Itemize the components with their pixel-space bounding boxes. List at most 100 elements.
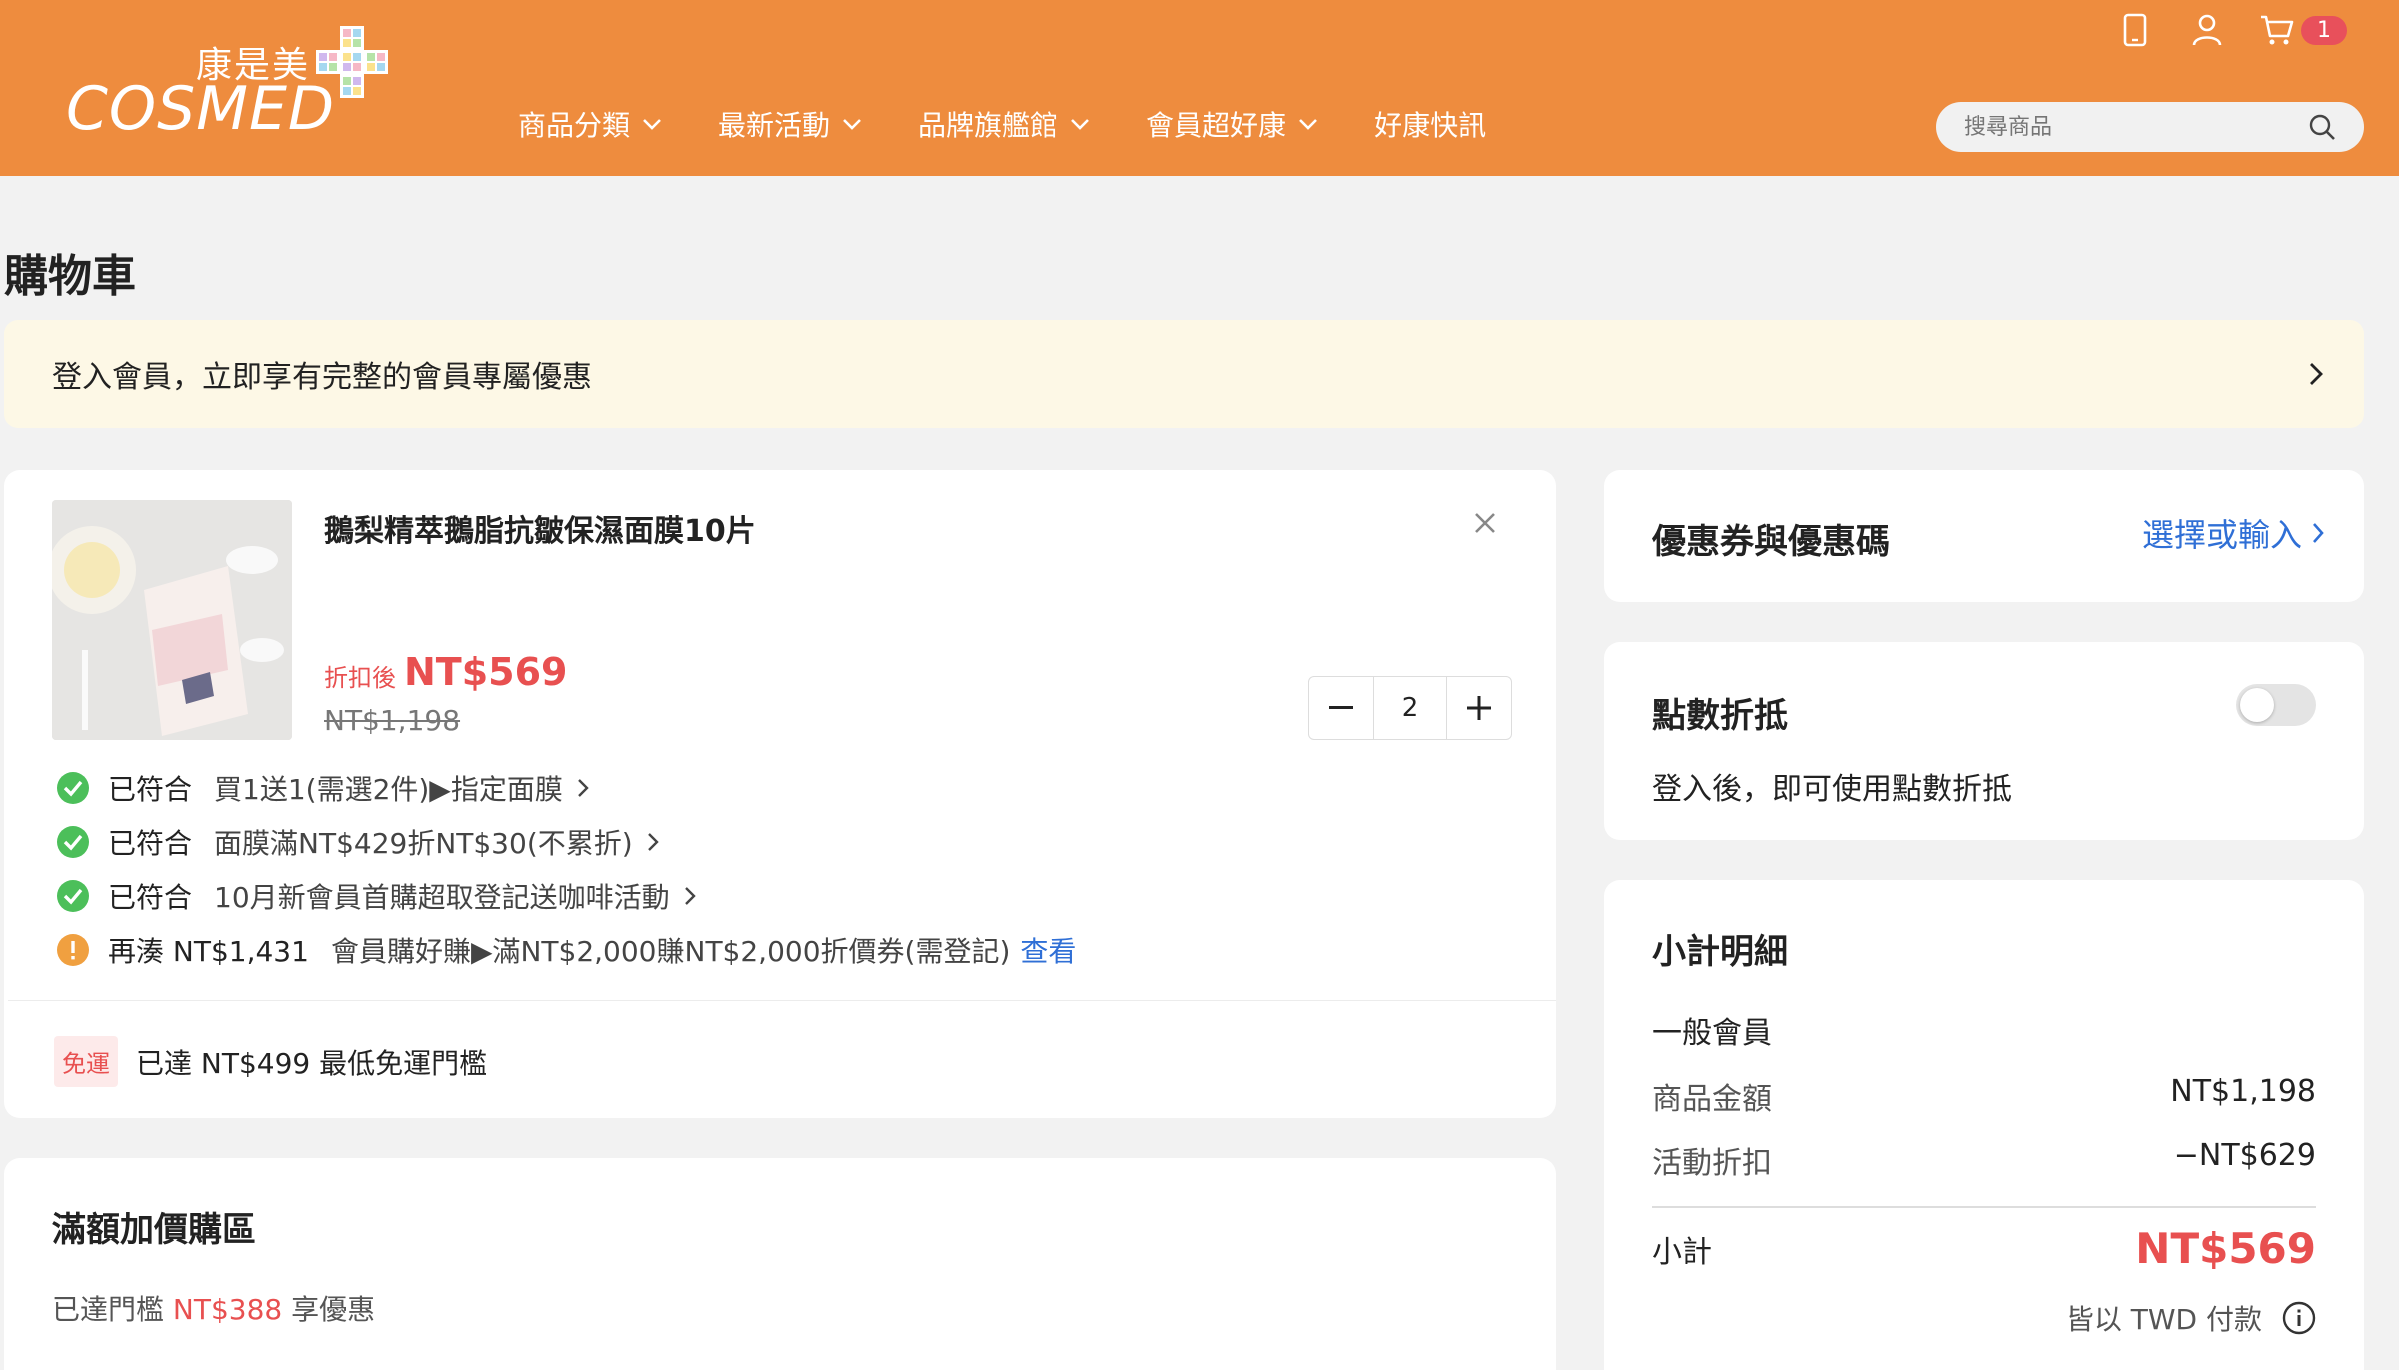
increase-quantity-button[interactable]	[1447, 677, 1511, 739]
site-header: 康是美 COSMED 商品分類 最新活動 品牌旗艦館 會員超好康 好康快訊 1 …	[0, 0, 2399, 176]
divider	[1652, 1206, 2316, 1208]
select-coupon-link[interactable]: 選擇或輸入	[2142, 510, 2324, 556]
chevron-right-icon	[647, 833, 659, 851]
points-title: 點數折抵	[1652, 696, 1788, 736]
login-banner-text: 登入會員，立即享有完整的會員專屬優惠	[52, 360, 592, 395]
summary-title: 小計明細	[1652, 932, 1788, 972]
nav-item-member-deals[interactable]: 會員超好康	[1146, 104, 1318, 144]
nav-item-categories[interactable]: 商品分類	[518, 104, 662, 144]
header-actions: 1	[2115, 10, 2347, 50]
cart-item-card: 鵝梨精萃鵝脂抗皺保濕面膜10片 折扣後 NT$569 NT$1,198 2 已符…	[4, 470, 1556, 1118]
addon-threshold: 已達門檻 NT$388 享優惠	[52, 1288, 375, 1328]
cart-count-badge: 1	[2301, 15, 2347, 45]
check-circle-icon	[57, 772, 89, 804]
addon-sub-suffix: 享優惠	[291, 1293, 376, 1326]
page-title: 購物車	[4, 251, 136, 302]
member-tier: 一般會員	[1652, 1016, 1772, 1051]
quantity-value[interactable]: 2	[1373, 677, 1447, 739]
summary-row-value: NT$1,198	[2170, 1074, 2316, 1109]
subtotal-label: 小計	[1652, 1234, 1712, 1270]
nav-item-label: 最新活動	[718, 109, 831, 142]
addon-title: 滿額加價購區	[52, 1210, 256, 1250]
promo-status: 已符合	[108, 827, 193, 860]
coupon-card: 優惠券與優惠碼 選擇或輸入	[1604, 470, 2364, 602]
promo-item[interactable]: 已符合 面膜滿NT$429折NT$30(不累折)	[56, 822, 659, 862]
promo-status: 再湊 NT$1,431	[108, 935, 309, 968]
view-promo-link[interactable]: 查看	[1020, 930, 1076, 970]
cart-button[interactable]: 1	[2259, 14, 2347, 46]
points-card: 點數折抵 登入後，即可使用點數折抵	[1604, 642, 2364, 840]
chevron-right-icon	[2313, 523, 2324, 543]
chevron-down-icon	[843, 119, 861, 130]
promo-desc: 買1送1(需選2件)▶指定面膜	[214, 773, 563, 806]
login-banner[interactable]: 登入會員，立即享有完整的會員專屬優惠	[4, 320, 2364, 428]
chevron-right-icon	[577, 779, 589, 797]
summary-row-value: −NT$629	[2173, 1138, 2316, 1173]
chevron-down-icon	[643, 119, 661, 130]
chevron-down-icon	[1071, 119, 1089, 130]
nav-item-label: 會員超好康	[1146, 109, 1287, 142]
promo-item[interactable]: 已符合 買1送1(需選2件)▶指定面膜	[56, 768, 589, 808]
quantity-stepper: 2	[1308, 676, 1512, 740]
order-summary-card: 小計明細 一般會員 商品金額 NT$1,198 活動折扣 −NT$629 小計 …	[1604, 880, 2364, 1370]
summary-row-label: 商品金額	[1652, 1082, 1772, 1117]
promo-status: 已符合	[108, 773, 193, 806]
promo-status: 已符合	[108, 881, 193, 914]
close-icon	[1475, 513, 1495, 533]
points-desc: 登入後，即可使用點數折抵	[1652, 772, 2012, 807]
divider	[8, 1000, 1556, 1001]
decrease-quantity-button[interactable]	[1309, 677, 1373, 739]
product-name[interactable]: 鵝梨精萃鵝脂抗皺保濕面膜10片	[324, 506, 756, 550]
check-circle-icon	[57, 880, 89, 912]
plus-icon	[1467, 696, 1491, 720]
search-icon[interactable]	[2308, 113, 2336, 141]
free-shipping-badge: 免運	[54, 1036, 118, 1087]
check-circle-icon	[57, 826, 89, 858]
summary-row: 商品金額 NT$1,198	[1652, 1074, 2316, 1118]
promo-desc: 會員購好賺▶滿NT$2,000賺NT$2,000折價券(需登記)	[330, 935, 1011, 968]
nav-item-brands[interactable]: 品牌旗艦館	[918, 104, 1090, 144]
addon-sub-prefix: 已達門檻	[52, 1293, 165, 1326]
currency-note-text: 皆以 TWD 付款	[2065, 1303, 2262, 1336]
nav-item-label: 商品分類	[518, 109, 631, 142]
subtotal-value: NT$569	[2135, 1224, 2316, 1273]
cosmed-logo[interactable]: 康是美 COSMED	[66, 24, 388, 144]
summary-row-label: 活動折扣	[1652, 1146, 1772, 1181]
product-photo-icon	[52, 500, 292, 740]
main-nav: 商品分類 最新活動 品牌旗艦館 會員超好康 好康快訊	[518, 104, 1542, 144]
shipping-text: 已達 NT$499 最低免運門檻	[136, 1046, 488, 1080]
info-icon[interactable]	[2282, 1301, 2316, 1335]
warning-circle-icon	[57, 934, 89, 966]
summary-row: 活動折扣 −NT$629	[1652, 1138, 2316, 1182]
mobile-icon[interactable]	[2115, 10, 2155, 50]
discount-price: NT$569	[404, 650, 568, 694]
shipping-info: 免運 已達 NT$499 最低免運門檻	[54, 1036, 487, 1087]
discount-price-label: 折扣後	[324, 664, 396, 692]
promo-item-pending: 再湊 NT$1,431 會員購好賺▶滿NT$2,000賺NT$2,000折價券(…	[56, 930, 1076, 970]
logo-english-text: COSMED	[66, 74, 336, 144]
cart-icon	[2261, 15, 2294, 45]
promo-desc: 面膜滿NT$429折NT$30(不累折)	[214, 827, 633, 860]
addon-threshold-amount: NT$388	[172, 1293, 283, 1326]
addon-purchase-card: 滿額加價購區 已達門檻 NT$388 享優惠	[4, 1158, 1556, 1370]
chevron-right-icon	[2310, 363, 2323, 385]
promo-desc: 10月新會員首購超取登記送咖啡活動	[214, 881, 670, 914]
promo-item[interactable]: 已符合 10月新會員首購超取登記送咖啡活動	[56, 876, 696, 916]
remove-item-button[interactable]	[1474, 512, 1496, 538]
chevron-right-icon	[684, 887, 696, 905]
subtotal-row: 小計 NT$569	[1652, 1224, 2316, 1273]
nav-item-label: 好康快訊	[1374, 109, 1487, 142]
user-icon[interactable]	[2187, 10, 2227, 50]
nav-item-label: 品牌旗艦館	[918, 109, 1059, 142]
nav-item-news[interactable]: 好康快訊	[1374, 104, 1486, 144]
points-toggle[interactable]	[2236, 684, 2316, 726]
search-input[interactable]	[1964, 114, 2308, 140]
product-image[interactable]	[52, 500, 292, 740]
minus-icon	[1329, 706, 1353, 709]
currency-note: 皆以 TWD 付款	[2066, 1298, 2316, 1338]
select-coupon-label: 選擇或輸入	[2141, 516, 2302, 554]
coupon-title: 優惠券與優惠碼	[1652, 522, 1890, 562]
search-bar	[1936, 102, 2364, 152]
nav-item-events[interactable]: 最新活動	[718, 104, 862, 144]
toggle-knob	[2240, 688, 2274, 722]
